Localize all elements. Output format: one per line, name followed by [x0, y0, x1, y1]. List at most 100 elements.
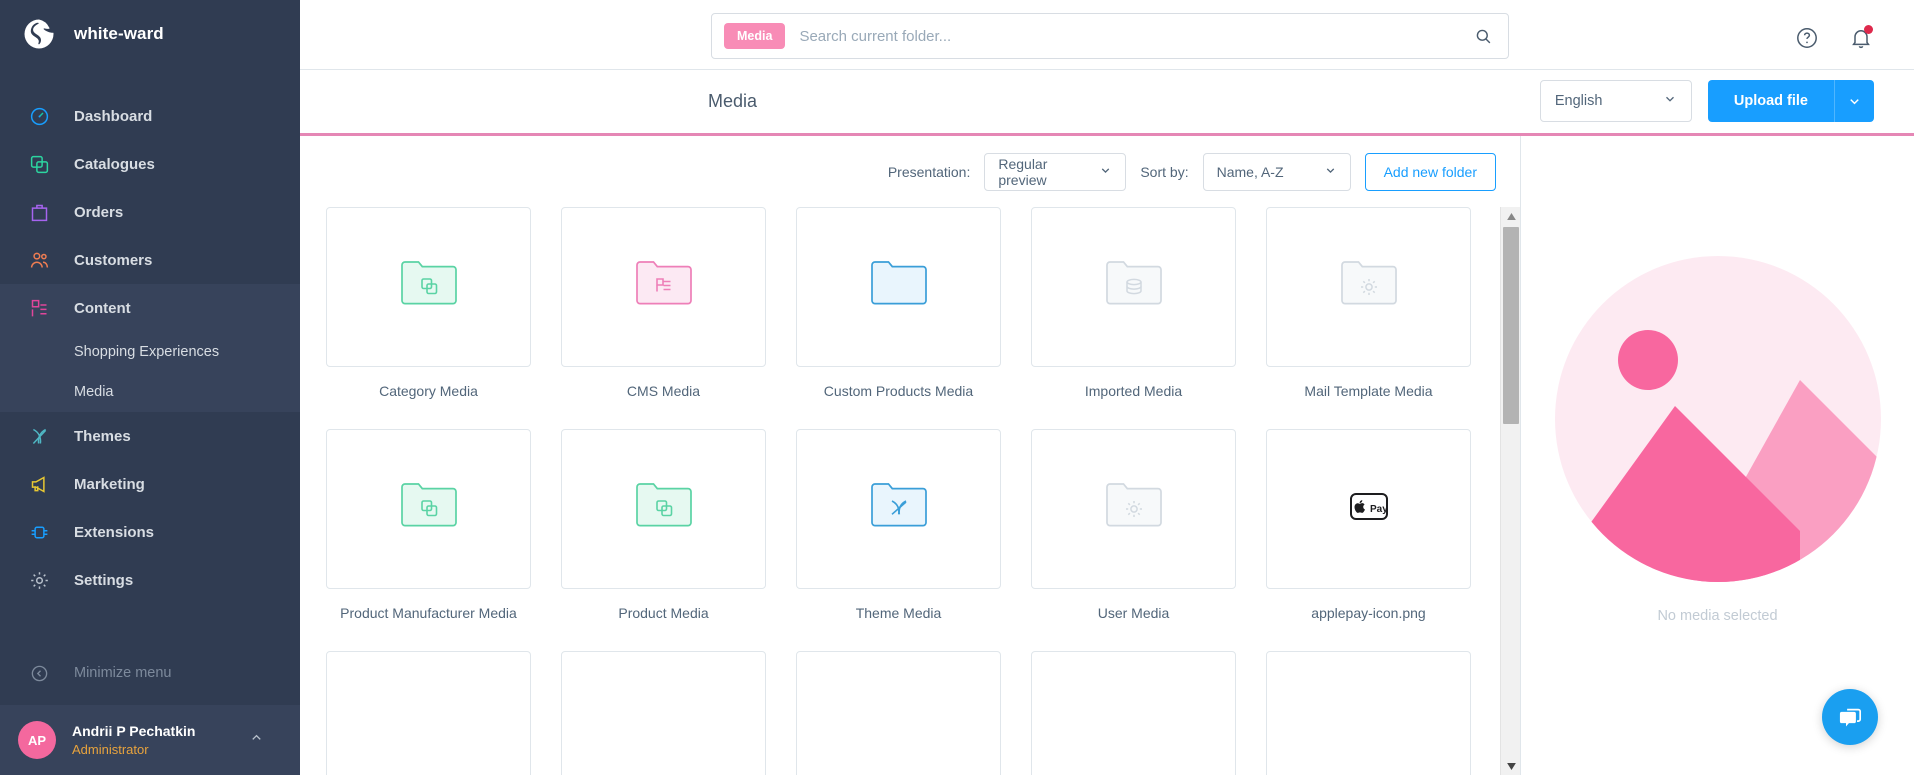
- tile-label: User Media: [1097, 605, 1170, 622]
- sidebar-item-orders[interactable]: Orders: [0, 188, 300, 236]
- tile-thumbnail: [1031, 207, 1236, 368]
- media-toolbar: Presentation: Regular preview Sort by: N…: [300, 136, 1520, 207]
- minimize-menu-button[interactable]: Minimize menu: [0, 649, 300, 697]
- search-scope-pill[interactable]: Media: [724, 23, 786, 49]
- sidebar-group-content: Content Shopping Experiences Media: [0, 284, 300, 412]
- sidebar-item-label: Orders: [74, 203, 124, 221]
- themes-brush-icon: [22, 424, 56, 448]
- bell-icon[interactable]: [1848, 25, 1874, 51]
- sidebar-item-marketing[interactable]: Marketing: [0, 460, 300, 508]
- sidebar-item-customers[interactable]: Customers: [0, 236, 300, 284]
- media-folder-tile[interactable]: Product Manufacturer Media: [326, 429, 531, 621]
- no-media-selected-text: No media selected: [1657, 608, 1778, 625]
- user-role: Administrator: [72, 741, 149, 757]
- media-folder-tile[interactable]: [561, 651, 766, 775]
- page-header-actions: English Upload file: [1539, 80, 1874, 123]
- sidebar-item-catalogues[interactable]: Catalogues: [0, 140, 300, 188]
- brand[interactable]: white-ward: [0, 0, 300, 68]
- shopware-logo-icon: [22, 17, 56, 51]
- tile-label: Imported Media: [1084, 383, 1183, 400]
- presentation-select[interactable]: Regular preview: [984, 152, 1127, 191]
- media-folder-tile[interactable]: CMS Media: [561, 207, 766, 399]
- search-input[interactable]: [799, 27, 1472, 45]
- media-folder-tile[interactable]: Mail Template Media: [1266, 207, 1471, 399]
- user-menu[interactable]: AP Andrii P Pechatkin Administrator: [0, 705, 300, 775]
- media-folder-tile[interactable]: [1031, 651, 1236, 775]
- media-grid-scroll: Category Media CMS Media Custom Products M…: [300, 207, 1520, 775]
- sidebar-item-themes[interactable]: Themes: [0, 412, 300, 460]
- help-circle-icon[interactable]: [1794, 25, 1820, 51]
- tile-thumbnail: [1266, 207, 1471, 368]
- tile-label: Category Media: [379, 383, 478, 400]
- media-folder-tile[interactable]: [326, 651, 531, 775]
- chevron-up-icon[interactable]: [249, 730, 264, 750]
- sort-by-select-value: Name, A-Z: [1216, 163, 1284, 180]
- upload-file-group: Upload file: [1707, 80, 1874, 123]
- global-search[interactable]: Media: [711, 13, 1509, 59]
- media-folder-tile[interactable]: Imported Media: [1031, 207, 1236, 399]
- upload-file-dropdown-toggle[interactable]: [1834, 80, 1874, 123]
- folder-icon: [869, 480, 929, 539]
- folder-icon: [1104, 258, 1164, 317]
- tile-label: Product Manufacturer Media: [340, 605, 517, 622]
- tile-thumbnail: [1031, 429, 1236, 590]
- media-folder-tile[interactable]: Theme Media: [796, 429, 1001, 621]
- tile-thumbnail: [561, 429, 766, 590]
- tile-thumbnail: Pay: [1266, 429, 1471, 590]
- tile-thumbnail: [796, 651, 1001, 775]
- media-column: Presentation: Regular preview Sort by: N…: [300, 136, 1520, 775]
- page-header: Media English Upload file: [300, 69, 1914, 136]
- search-icon[interactable]: [1472, 25, 1494, 47]
- sidebar-item-label: Marketing: [74, 475, 145, 493]
- tile-thumbnail: [561, 651, 766, 775]
- folder-icon: [1104, 480, 1164, 539]
- settings-gear-icon: [22, 568, 56, 592]
- customers-people-icon: [22, 248, 56, 272]
- presentation-label: Presentation:: [887, 163, 971, 180]
- media-folder-tile[interactable]: User Media: [1031, 429, 1236, 621]
- sidebar-nav: Dashboard Catalogues Orders Customers Co…: [0, 92, 300, 649]
- sidebar-item-shopping-experiences[interactable]: Shopping Experiences: [0, 332, 300, 372]
- sidebar-item-extensions[interactable]: Extensions: [0, 508, 300, 556]
- main-region: Media Media English: [300, 0, 1914, 775]
- presentation-select-value: Regular preview: [998, 155, 1048, 188]
- sidebar-item-label: Customers: [74, 251, 153, 269]
- brand-name: white-ward: [74, 24, 164, 43]
- triangle-up-icon[interactable]: [1501, 207, 1520, 225]
- content-document-icon: [22, 296, 56, 320]
- sidebar-item-label: Content: [74, 299, 131, 317]
- minimize-menu-label: Minimize menu: [74, 665, 172, 681]
- folder-icon: [399, 258, 459, 317]
- tile-label: Theme Media: [855, 605, 942, 622]
- folder-icon: [634, 258, 694, 317]
- folder-icon: [869, 258, 929, 317]
- sort-by-select[interactable]: Name, A-Z: [1202, 152, 1351, 191]
- media-folder-tile[interactable]: [796, 651, 1001, 775]
- notification-dot: [1864, 25, 1873, 34]
- upload-file-button[interactable]: Upload file: [1707, 80, 1834, 123]
- app-root: white-ward Dashboard Catalogues Orders C…: [0, 0, 1914, 775]
- chevron-down-icon: [1663, 92, 1677, 110]
- sidebar-item-media[interactable]: Media: [0, 372, 300, 412]
- folder-icon: [1339, 258, 1399, 317]
- content-area: Presentation: Regular preview Sort by: N…: [300, 135, 1914, 775]
- language-select[interactable]: English: [1539, 80, 1692, 123]
- triangle-down-icon[interactable]: [1501, 757, 1520, 775]
- folder-icon: [634, 480, 694, 539]
- media-folder-tile[interactable]: Custom Products Media: [796, 207, 1001, 399]
- vertical-scrollbar[interactable]: [1500, 207, 1520, 775]
- sidebar-item-content[interactable]: Content: [0, 284, 300, 332]
- empty-image-placeholder-icon: [1554, 256, 1881, 583]
- media-folder-tile[interactable]: [1266, 651, 1471, 775]
- add-new-folder-button[interactable]: Add new folder: [1364, 152, 1496, 191]
- sidebar-item-settings[interactable]: Settings: [0, 556, 300, 604]
- media-file-tile[interactable]: Pay applepay-icon.png: [1266, 429, 1471, 621]
- chat-bubble-icon[interactable]: [1822, 689, 1878, 745]
- sidebar-item-label: Extensions: [74, 523, 155, 541]
- media-folder-tile[interactable]: Category Media: [326, 207, 531, 399]
- user-name: Andrii P Pechatkin: [72, 722, 196, 739]
- sidebar-item-dashboard[interactable]: Dashboard: [0, 92, 300, 140]
- scrollbar-thumb[interactable]: [1503, 227, 1519, 425]
- media-folder-tile[interactable]: Product Media: [561, 429, 766, 621]
- dashboard-gauge-icon: [22, 104, 56, 128]
